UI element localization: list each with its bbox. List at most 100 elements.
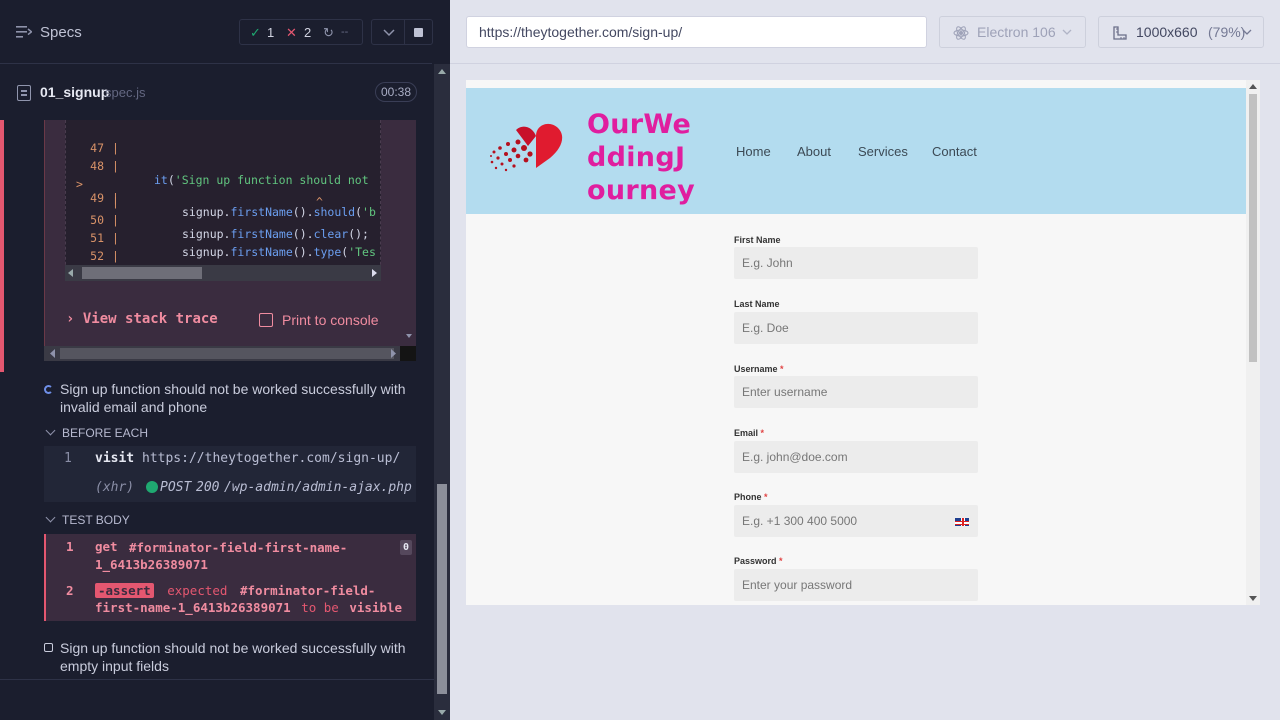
chevron-down-icon — [45, 425, 56, 436]
scroll-thumb[interactable] — [437, 484, 447, 694]
pending-icon: ↻ — [323, 25, 334, 40]
assert-badge: -assert — [95, 583, 154, 598]
first-name-input[interactable]: E.g. John — [734, 247, 978, 279]
specs-list-icon[interactable] — [16, 25, 32, 39]
scroll-thumb[interactable] — [60, 348, 394, 359]
test-body-commands: 1 get #forminator-field-first-name-1_641… — [44, 534, 416, 621]
required-marker: * — [760, 428, 765, 438]
stop-icon — [414, 28, 423, 37]
command-row-xhr[interactable]: (xhr) POST 200 /wp-admin/admin-ajax.php — [44, 480, 416, 506]
ruler-icon — [1113, 26, 1127, 40]
last-name-label: Last Name — [734, 299, 780, 309]
chevron-down-icon — [1242, 29, 1252, 35]
heart-logo-icon[interactable] — [488, 116, 570, 186]
spec-file-ext: spec.js — [105, 85, 146, 100]
document-icon — [17, 85, 31, 101]
email-label: Email * — [734, 428, 765, 438]
scroll-up-icon[interactable] — [1249, 84, 1257, 89]
signup-page: OurWeddingJourney Home About Services Co… — [466, 80, 1246, 605]
pending-square-icon — [44, 643, 53, 652]
code-frame: 47 | 48 | it('Sign up function should not … — [65, 120, 381, 280]
spec-duration: 00:38 — [375, 82, 417, 102]
code-line: 51 | signup.firstName().type('Tes — [90, 231, 376, 259]
test-item-running[interactable]: Sign up function should not be worked su… — [44, 380, 416, 416]
before-each-commands: 1 visit https://theytogether.com/sign-up… — [44, 446, 416, 502]
test-title: Sign up function should not be worked su… — [60, 640, 406, 674]
scroll-thumb[interactable] — [82, 267, 202, 279]
scroll-up-icon[interactable] — [438, 69, 446, 74]
chevron-right-icon: › — [66, 311, 75, 327]
hook-before-each[interactable]: BEFORE EACH — [44, 425, 148, 440]
site-title[interactable]: OurWeddingJourney — [587, 108, 697, 207]
scroll-left-icon[interactable] — [68, 269, 73, 277]
code-line: 48 | it('Sign up function should not — [90, 159, 369, 187]
last-name-input[interactable]: E.g. Doe — [734, 312, 978, 344]
code-line: 52| signup.lastName().should('be — [90, 249, 376, 277]
scroll-down-icon[interactable] — [1249, 596, 1257, 601]
failed-count: 2 — [304, 25, 312, 40]
aut-scrollbar[interactable] — [1246, 80, 1260, 605]
test-title: Sign up function should not be worked su… — [60, 381, 406, 415]
viewport-size: 1000x660 — [1136, 24, 1198, 40]
electron-icon — [953, 26, 969, 40]
nav-contact[interactable]: Contact — [932, 144, 977, 159]
password-input[interactable]: Enter your password — [734, 569, 978, 601]
code-line: 50 | signup.firstName().clear(); — [90, 213, 369, 241]
scroll-thumb[interactable] — [1249, 94, 1257, 362]
url-bar[interactable]: https://theytogether.com/sign-up/ — [466, 16, 927, 48]
cross-icon: ✕ — [286, 25, 297, 40]
aut-panel: https://theytogether.com/sign-up/ Electr… — [450, 0, 1280, 720]
test-item-pending[interactable]: Sign up function should not be worked su… — [44, 639, 416, 675]
phone-input[interactable]: E.g. +1 300 400 5000 — [734, 505, 978, 537]
fail-indicator — [0, 120, 4, 372]
passed-count: 1 — [267, 25, 275, 40]
stop-button[interactable] — [404, 19, 433, 45]
hook-test-body[interactable]: TEST BODY — [44, 512, 130, 527]
nav-about[interactable]: About — [797, 144, 831, 159]
required-marker: * — [779, 556, 783, 566]
element-count-badge: 0 — [400, 540, 412, 555]
viewport-zoom: (79%) — [1208, 24, 1246, 40]
email-input[interactable]: E.g. john@doe.com — [734, 441, 978, 473]
code-line-highlighted: > 49 | signup.firstName().should('b — [76, 177, 376, 219]
view-stack-trace-button[interactable]: › View stack trace — [66, 311, 218, 327]
reporter-header: Specs ✓ 1 ✕ 2 ↻ -- — [0, 0, 433, 64]
toggle-options-button[interactable] — [371, 19, 405, 45]
chevron-down-icon — [1062, 29, 1072, 35]
code-line: | ^ — [112, 195, 323, 209]
print-to-console-button[interactable]: Print to console — [259, 312, 379, 328]
command-row[interactable]: 1 get #forminator-field-first-name-1_641… — [46, 539, 418, 575]
scroll-right-icon[interactable] — [372, 269, 377, 277]
required-marker: * — [780, 364, 784, 374]
command-row-assert[interactable]: 2 -assert expected #forminator-field-fir… — [46, 582, 418, 618]
username-label: Username * — [734, 364, 784, 374]
code-line: 47 | — [90, 141, 119, 155]
browser-name: Electron 106 — [977, 24, 1056, 40]
specs-title[interactable]: Specs — [40, 24, 82, 41]
password-label: Password * — [734, 556, 783, 566]
site-header: OurWeddingJourney Home About Services Co… — [466, 88, 1246, 214]
chevron-down-icon — [383, 29, 395, 37]
username-input[interactable]: Enter username — [734, 376, 978, 408]
xhr-status-icon — [146, 481, 158, 493]
reporter-panel: Specs ✓ 1 ✕ 2 ↻ -- 01_signup spec.js 00:… — [0, 0, 450, 720]
reporter-scrollbar[interactable] — [434, 64, 450, 720]
scroll-down-icon[interactable] — [438, 710, 446, 715]
spec-file-header: 01_signup spec.js — [0, 65, 432, 120]
aut-iframe: OurWeddingJourney Home About Services Co… — [466, 80, 1260, 605]
running-spinner-icon — [44, 385, 53, 394]
error-hscrollbar[interactable] — [44, 346, 416, 361]
phone-label: Phone * — [734, 492, 768, 502]
required-marker: * — [764, 492, 768, 502]
pending-count: -- — [341, 26, 349, 38]
browser-selector[interactable]: Electron 106 — [939, 16, 1086, 48]
nav-home[interactable]: Home — [736, 144, 771, 159]
error-scrollbar[interactable] — [402, 120, 416, 346]
uk-flag-icon[interactable] — [954, 517, 970, 527]
chevron-down-icon — [45, 512, 56, 523]
viewport-selector[interactable]: 1000x660 (79%) — [1098, 16, 1264, 48]
spec-file-name[interactable]: 01_signup — [40, 84, 109, 100]
nav-services[interactable]: Services — [858, 144, 908, 159]
command-row[interactable]: 1 visit https://theytogether.com/sign-up… — [44, 451, 416, 477]
code-frame-scrollbar[interactable] — [65, 265, 381, 281]
